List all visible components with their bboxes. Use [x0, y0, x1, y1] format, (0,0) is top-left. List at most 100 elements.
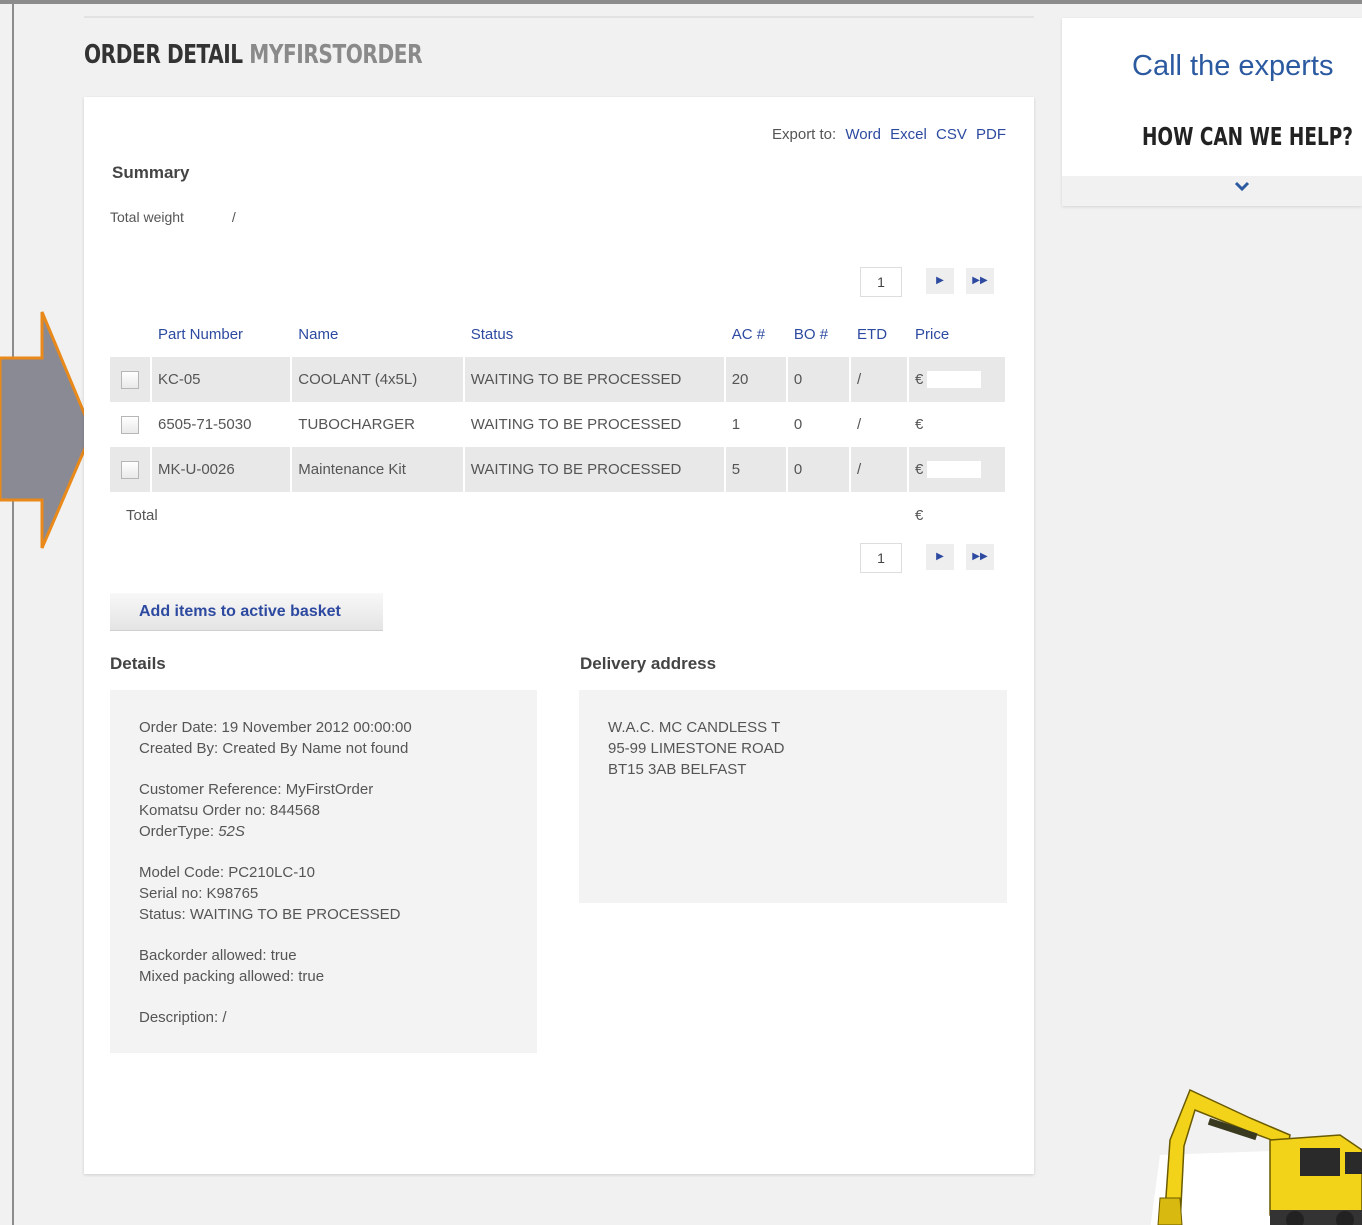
- cell-etd: /: [851, 402, 909, 447]
- cell-status: WAITING TO BE PROCESSED: [464, 447, 726, 492]
- column-header-ac[interactable]: AC #: [726, 311, 788, 357]
- order-type: OrderType: 52S: [139, 821, 537, 842]
- window-frame-top: [0, 0, 1362, 4]
- cell-price: €: [909, 357, 1005, 402]
- cell-name: COOLANT (4x5L): [292, 357, 465, 402]
- export-word-link[interactable]: Word: [845, 126, 881, 143]
- table-row: 6505-71-5030 TUBOCHARGER WAITING TO BE P…: [110, 402, 1005, 447]
- details-panel: Order Date: 19 November 2012 00:00:00 Cr…: [110, 690, 537, 1053]
- column-header-name[interactable]: Name: [292, 311, 464, 357]
- export-label: Export to:: [772, 126, 837, 143]
- column-header-etd[interactable]: ETD: [851, 311, 909, 357]
- export-pdf-link[interactable]: PDF: [976, 126, 1006, 143]
- cell-etd: /: [851, 447, 909, 492]
- price-currency: €: [915, 460, 924, 478]
- mixed-packing-allowed: Mixed packing allowed: true: [139, 968, 325, 985]
- page-number-box[interactable]: 1: [860, 267, 902, 297]
- cell-etd: /: [851, 357, 909, 402]
- address-line-3: BT15 3AB BELFAST: [608, 761, 747, 778]
- call-experts-text: Call the experts: [1132, 50, 1334, 82]
- row-select-checkbox[interactable]: [121, 415, 139, 434]
- cell-ac: 20: [725, 357, 788, 402]
- delivery-address-panel: W.A.C. MC CANDLESS T 95-99 LIMESTONE ROA…: [579, 690, 1007, 903]
- redacted-price: [927, 371, 982, 389]
- row-select-checkbox[interactable]: [121, 370, 139, 389]
- price-currency: €: [915, 415, 924, 433]
- order-lines-table: Part Number Name Status AC # BO # ETD Pr…: [110, 311, 1005, 539]
- cell-part-number: MK-U-0026: [152, 447, 293, 492]
- total-weight: Total weight /: [110, 209, 236, 225]
- price-currency: €: [915, 370, 924, 388]
- order-type-label: OrderType:: [139, 823, 215, 840]
- cell-status: WAITING TO BE PROCESSED: [465, 402, 726, 447]
- cell-name: TUBOCHARGER: [292, 402, 465, 447]
- redacted-price: [927, 416, 982, 434]
- cell-part-number: 6505-71-5030: [152, 402, 293, 447]
- description: Description: /: [139, 1009, 227, 1026]
- help-expand-bar[interactable]: [1062, 176, 1362, 206]
- excavator-illustration: [1150, 1088, 1362, 1225]
- order-type-value: 52S: [218, 823, 245, 840]
- redacted-total-price: [927, 507, 982, 525]
- order-detail-card: Export to: Word Excel CSV PDF Summary To…: [84, 97, 1034, 1174]
- next-page-icon[interactable]: ▶: [926, 268, 954, 294]
- model-code: Model Code: PC210LC-10: [139, 864, 315, 881]
- page-number-box[interactable]: 1: [860, 543, 902, 573]
- redacted-price: [927, 461, 982, 479]
- order-number: Komatsu Order no: 844568: [139, 802, 320, 819]
- total-weight-label: Total weight: [110, 209, 184, 225]
- address-line-1: W.A.C. MC CANDLESS T: [608, 719, 781, 736]
- total-price: €: [909, 492, 1005, 539]
- column-header-part-number[interactable]: Part Number: [152, 311, 292, 357]
- cell-ac: 5: [725, 447, 788, 492]
- pager-bottom: 1 ▶ ▶▶: [860, 543, 1000, 573]
- chevron-down-icon[interactable]: [1232, 176, 1252, 200]
- callout-arrow-icon: [0, 311, 94, 549]
- help-box: Call the experts HOW CAN WE HELP?: [1062, 18, 1362, 206]
- total-price-currency: €: [915, 506, 924, 524]
- pager-top: 1 ▶ ▶▶: [860, 267, 1000, 297]
- page-title-order-name: MYFIRSTORDER: [249, 40, 423, 70]
- serial-number: Serial no: K98765: [139, 885, 259, 902]
- cell-bo: 0: [787, 357, 852, 402]
- delivery-address-heading: Delivery address: [580, 654, 717, 673]
- how-can-we-help-heading: HOW CAN WE HELP?: [1142, 122, 1353, 151]
- cell-status: WAITING TO BE PROCESSED: [464, 357, 726, 402]
- backorder-allowed: Backorder allowed: true: [139, 947, 297, 964]
- cell-price: €: [909, 402, 1005, 447]
- window-frame-left: [12, 4, 14, 1225]
- last-page-icon[interactable]: ▶▶: [966, 268, 994, 294]
- add-items-to-basket-button[interactable]: Add items to active basket: [110, 593, 383, 631]
- next-page-icon[interactable]: ▶: [926, 544, 954, 570]
- table-row: KC-05 COOLANT (4x5L) WAITING TO BE PROCE…: [110, 357, 1005, 402]
- cell-price: €: [909, 447, 1005, 492]
- order-status: Status: WAITING TO BE PROCESSED: [139, 906, 401, 923]
- details-heading: Details: [110, 654, 166, 673]
- cell-ac: 1: [726, 402, 788, 447]
- export-bar: Export to: Word Excel CSV PDF: [772, 126, 1006, 143]
- page-title: ORDER DETAIL MYFIRSTORDER: [84, 40, 423, 70]
- cell-bo: 0: [788, 402, 852, 447]
- cell-part-number: KC-05: [152, 357, 293, 402]
- export-csv-link[interactable]: CSV: [936, 126, 967, 143]
- column-header-bo[interactable]: BO #: [788, 311, 851, 357]
- order-date: Order Date: 19 November 2012 00:00:00: [139, 719, 412, 736]
- cell-bo: 0: [787, 447, 852, 492]
- last-page-icon[interactable]: ▶▶: [966, 544, 994, 570]
- total-weight-value: /: [231, 209, 236, 225]
- cell-name: Maintenance Kit: [292, 447, 465, 492]
- summary-heading: Summary: [112, 163, 190, 182]
- created-by: Created By: Created By Name not found: [139, 740, 409, 757]
- table-row: MK-U-0026 Maintenance Kit WAITING TO BE …: [110, 447, 1005, 492]
- row-select-checkbox[interactable]: [121, 460, 139, 479]
- column-header-status[interactable]: Status: [465, 311, 726, 357]
- column-header-price[interactable]: Price: [909, 311, 1005, 357]
- table-total-row: Total €: [110, 492, 1005, 539]
- export-excel-link[interactable]: Excel: [890, 126, 927, 143]
- customer-reference: Customer Reference: MyFirstOrder: [139, 781, 374, 798]
- top-divider: [84, 16, 1034, 18]
- page-title-main: ORDER DETAIL: [84, 40, 243, 70]
- table-header-row: Part Number Name Status AC # BO # ETD Pr…: [110, 311, 1005, 357]
- total-label: Total: [110, 492, 909, 539]
- address-line-2: 95-99 LIMESTONE ROAD: [608, 740, 785, 757]
